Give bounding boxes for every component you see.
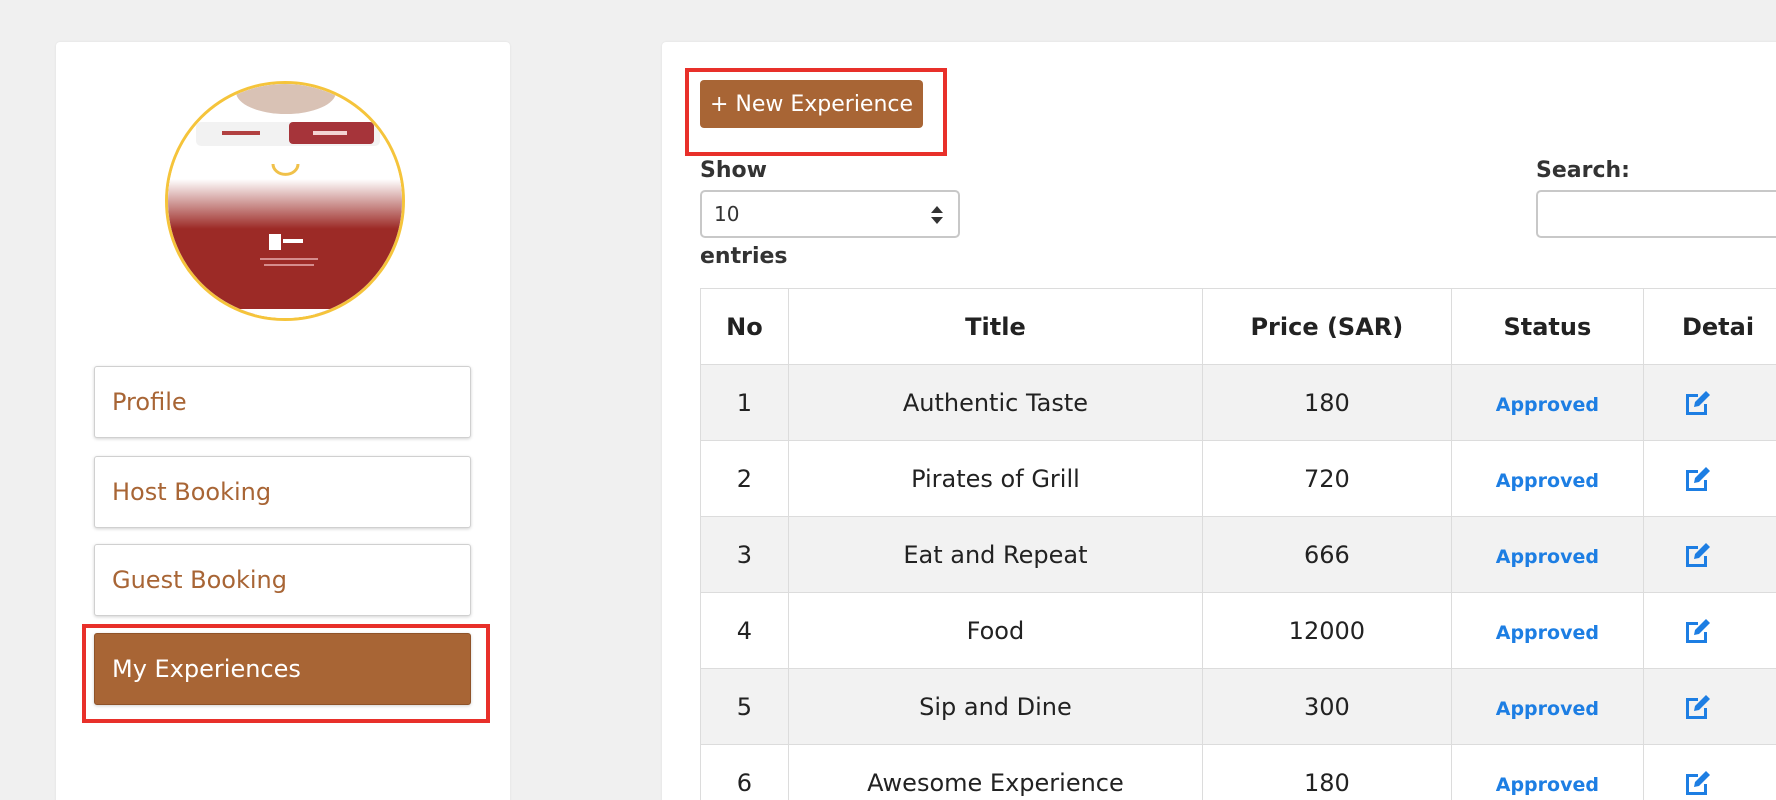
status-badge: Approved — [1495, 469, 1599, 492]
cell-title: Awesome Experience — [787, 744, 1204, 800]
cell-details — [1642, 668, 1776, 745]
cell-price: 180 — [1202, 364, 1452, 441]
cell-no: 3 — [700, 516, 789, 593]
page-size-select[interactable]: 10 — [700, 190, 960, 238]
page-size-value: 10 — [714, 202, 740, 226]
table-row: 4 Food 12000 Approved — [700, 592, 1776, 669]
profile-sidebar: Profile Host Booking Guest Booking My Ex… — [56, 42, 510, 800]
cell-price: 12000 — [1202, 592, 1452, 669]
table-row: 2 Pirates of Grill 720 Approved — [700, 440, 1776, 517]
edit-icon[interactable] — [1682, 388, 1714, 418]
cell-no: 5 — [700, 668, 789, 745]
table-row: 5 Sip and Dine 300 Approved — [700, 668, 1776, 745]
cell-title: Pirates of Grill — [787, 440, 1204, 517]
column-header-title[interactable]: Title — [787, 288, 1204, 365]
search-input[interactable] — [1536, 190, 1776, 238]
edit-icon[interactable] — [1682, 768, 1714, 798]
edit-icon[interactable] — [1682, 464, 1714, 494]
experiences-table: No Title Price (SAR) Status Detai 1 Auth… — [700, 288, 1776, 800]
cell-title: Sip and Dine — [787, 668, 1204, 745]
cell-status: Approved — [1450, 440, 1644, 517]
cell-status: Approved — [1450, 668, 1644, 745]
table-row: 1 Authentic Taste 180 Approved — [700, 364, 1776, 441]
sidebar-item-guest-booking[interactable]: Guest Booking — [94, 544, 471, 616]
cell-details — [1642, 744, 1776, 800]
sidebar-item-profile[interactable]: Profile — [94, 366, 471, 438]
status-badge: Approved — [1495, 697, 1599, 720]
edit-icon[interactable] — [1682, 540, 1714, 570]
cell-status: Approved — [1450, 744, 1644, 800]
status-badge: Approved — [1495, 545, 1599, 568]
new-experience-button[interactable]: + New Experience — [700, 80, 923, 128]
status-badge: Approved — [1495, 621, 1599, 644]
cell-details — [1642, 440, 1776, 517]
search-label: Search: — [1536, 158, 1630, 183]
cell-no: 2 — [700, 440, 789, 517]
profile-image-icon — [168, 84, 402, 318]
cell-details — [1642, 364, 1776, 441]
edit-icon[interactable] — [1682, 692, 1714, 722]
show-label: Show — [700, 158, 767, 183]
entries-label: entries — [700, 244, 788, 269]
column-header-price[interactable]: Price (SAR) — [1202, 288, 1452, 365]
profile-avatar[interactable] — [165, 81, 405, 321]
status-badge: Approved — [1495, 393, 1599, 416]
cell-price: 666 — [1202, 516, 1452, 593]
cell-no: 6 — [700, 744, 789, 800]
column-header-details[interactable]: Detai — [1642, 288, 1776, 365]
cell-details — [1642, 516, 1776, 593]
sidebar-item-host-booking[interactable]: Host Booking — [94, 456, 471, 528]
cell-details — [1642, 592, 1776, 669]
cell-title: Eat and Repeat — [787, 516, 1204, 593]
column-header-no[interactable]: No — [700, 288, 789, 365]
cell-status: Approved — [1450, 592, 1644, 669]
sidebar-item-my-experiences[interactable]: My Experiences — [94, 633, 471, 705]
cell-price: 180 — [1202, 744, 1452, 800]
cell-no: 4 — [700, 592, 789, 669]
cell-title: Authentic Taste — [787, 364, 1204, 441]
table-row: 3 Eat and Repeat 666 Approved — [700, 516, 1776, 593]
cell-status: Approved — [1450, 516, 1644, 593]
sort-arrows-icon — [931, 206, 943, 224]
edit-icon[interactable] — [1682, 616, 1714, 646]
cell-title: Food — [787, 592, 1204, 669]
status-badge: Approved — [1495, 773, 1599, 796]
cell-price: 300 — [1202, 668, 1452, 745]
cell-no: 1 — [700, 364, 789, 441]
column-header-status[interactable]: Status — [1450, 288, 1644, 365]
table-row: 6 Awesome Experience 180 Approved — [700, 744, 1776, 800]
cell-price: 720 — [1202, 440, 1452, 517]
table-header-row: No Title Price (SAR) Status Detai — [700, 288, 1776, 365]
cell-status: Approved — [1450, 364, 1644, 441]
experiences-panel: + New Experience Show 10 entries Search:… — [662, 42, 1776, 800]
